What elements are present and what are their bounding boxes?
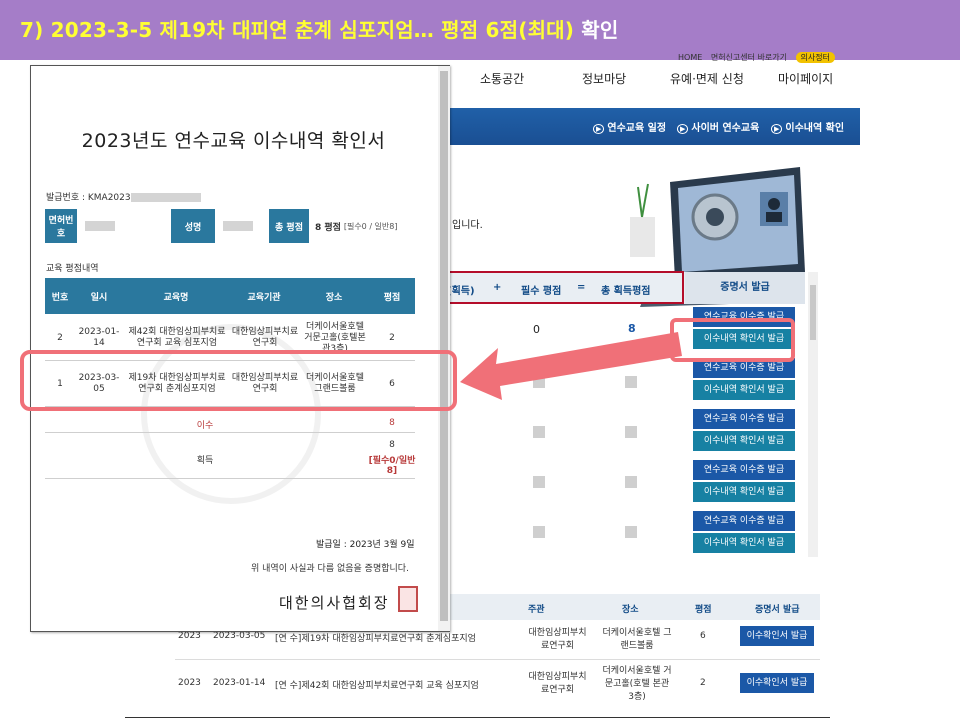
doctor-link[interactable]: 의사정터 (795, 52, 835, 63)
blurred-value (625, 476, 637, 488)
row-divider (45, 432, 415, 433)
blurred-value (625, 526, 637, 538)
history-button[interactable]: 이수내역 확인서 발급 (693, 533, 795, 553)
signature-text: 대한의사협회장 (279, 594, 390, 612)
header-place: 장소 (622, 605, 639, 615)
header-cert: 증명서 발급 (755, 605, 800, 615)
row-divider (45, 478, 415, 479)
history-year: 2023 (178, 631, 201, 641)
col-score: 평점 (383, 292, 401, 303)
license-value (79, 209, 169, 243)
info-table: 면허번호 성명 총 평점 8 평점 [필수0 / 일반8] (45, 209, 415, 243)
history-row: 2023 2023-01-14 [연 수]제42회 대한임상피부치료연구회 교육… (175, 663, 820, 709)
history-title[interactable]: [연 수]제19차 대한임상피부치료연구회 춘계심포지엄 (275, 631, 476, 644)
row-divider (175, 659, 820, 660)
issue-date: 발급일 : 2023년 3월 9일 (316, 540, 415, 550)
col-place: 장소 (325, 292, 343, 303)
history-date: 2023-01-14 (213, 678, 266, 688)
pointer-arrow-icon (460, 332, 682, 400)
home-link[interactable]: HOME (678, 53, 702, 62)
cert-button[interactable]: 연수교육 이수증 발급 (693, 460, 795, 480)
confirmation-text: 위 내역이 사실과 다름 없음을 증명합니다. (251, 564, 409, 574)
blurred-value (533, 476, 545, 488)
history-score: 2 (700, 678, 706, 688)
intro-text: 입니다. (452, 220, 483, 231)
history-place: 더케이서울호텔 거문고홀(호텔 본관3층) (602, 666, 672, 702)
col-no: 번호 (51, 292, 69, 303)
menu-community[interactable]: 소통공간 (480, 70, 524, 87)
blurred-value (533, 526, 545, 538)
document-scroll-thumb[interactable] (440, 71, 448, 621)
gain-label: 획득 (196, 456, 214, 466)
license-label: 면허번호 (45, 209, 77, 243)
footer-divider (125, 717, 830, 718)
col-name: 교육명 (163, 292, 189, 303)
gain-detail: [필수0/일반8] (368, 456, 416, 476)
summary-scroll-thumb[interactable] (810, 285, 816, 340)
header-org: 주관 (528, 605, 545, 615)
link-history-check[interactable]: 이수내역 확인 (771, 119, 844, 134)
link-edu-schedule[interactable]: 연수교육 일정 (593, 119, 666, 134)
menu-exemption[interactable]: 유예·면제 신청 (670, 70, 744, 87)
total-label: 총 평점 (269, 209, 309, 243)
gain-value: 8 (389, 440, 395, 450)
total-highlight-box (445, 271, 684, 304)
isu-value: 8 (389, 418, 395, 428)
history-button[interactable]: 이수내역 확인서 발급 (693, 431, 795, 451)
history-place: 더케이서울호텔 그랜드볼룸 (602, 628, 672, 651)
menu-mypage[interactable]: 마이페이지 (778, 70, 833, 87)
cert-button[interactable]: 연수교육 이수증 발급 (693, 511, 795, 531)
top-links: HOME 면허신고센터 바로가기 의사정터 (678, 52, 841, 63)
official-seal (398, 586, 418, 612)
name-value (217, 209, 269, 243)
col-org: 교육기관 (247, 292, 281, 303)
cert-button[interactable]: 연수교육 이수증 발급 (693, 409, 795, 429)
history-date: 2023-03-05 (213, 631, 266, 641)
cert-header: 증명서 발급 (685, 272, 805, 304)
total-value: 8 평점 [필수0 / 일반8] (315, 221, 398, 233)
col-date: 일시 (90, 292, 108, 303)
banner-title: 7) 2023-3-5 제19차 대피연 춘계 심포지엄… 평점 6점(최대) … (20, 18, 619, 42)
redacted-issue-number (130, 193, 201, 202)
slide-banner: 7) 2023-3-5 제19차 대피연 춘계 심포지엄… 평점 6점(최대) … (0, 0, 960, 60)
history-button[interactable]: 이수내역 확인서 발급 (693, 380, 795, 400)
redacted-name (223, 221, 253, 231)
history-confirm-button[interactable]: 이수확인서 발급 (740, 626, 814, 646)
blurred-value (625, 426, 637, 438)
sub-nav-bar: 연수교육 일정 사이버 연수교육 이수내역 확인 (445, 108, 860, 145)
document-title: 2023년도 연수교육 이수내역 확인서 (81, 130, 386, 152)
redacted-license (85, 221, 115, 231)
menu-info[interactable]: 정보마당 (582, 70, 626, 87)
section-label: 교육 평점내역 (46, 264, 99, 274)
history-title[interactable]: [연 수]제42회 대한임상피부치료연구회 교육 심포지엄 (275, 678, 479, 691)
name-label: 성명 (171, 209, 215, 243)
history-score: 6 (700, 631, 706, 641)
event-row-highlight (20, 350, 457, 411)
history-year: 2023 (178, 678, 201, 688)
history-certificate-document: 2023년도 연수교육 이수내역 확인서 발급번호 : KMA2023 면허번호… (30, 65, 450, 632)
issue-number: 발급번호 : KMA2023 (46, 190, 201, 203)
history-org: 대한임상피부치료연구회 (528, 628, 587, 651)
license-center-link[interactable]: 면허신고센터 바로가기 (711, 53, 787, 62)
history-org: 대한임상피부치료연구회 (528, 672, 587, 695)
main-menu: 소통공간 정보마당 유예·면제 신청 마이페이지 (445, 70, 865, 90)
history-button[interactable]: 이수내역 확인서 발급 (693, 482, 795, 502)
history-confirm-button[interactable]: 이수확인서 발급 (740, 673, 814, 693)
blurred-value (533, 426, 545, 438)
link-cyber-edu[interactable]: 사이버 연수교육 (677, 119, 759, 134)
isu-label: 이수 (196, 421, 214, 431)
education-table-header: 번호 일시 교육명 교육기관 장소 평점 (45, 278, 415, 314)
history-button-highlight (670, 318, 795, 362)
header-score: 평점 (695, 605, 712, 615)
